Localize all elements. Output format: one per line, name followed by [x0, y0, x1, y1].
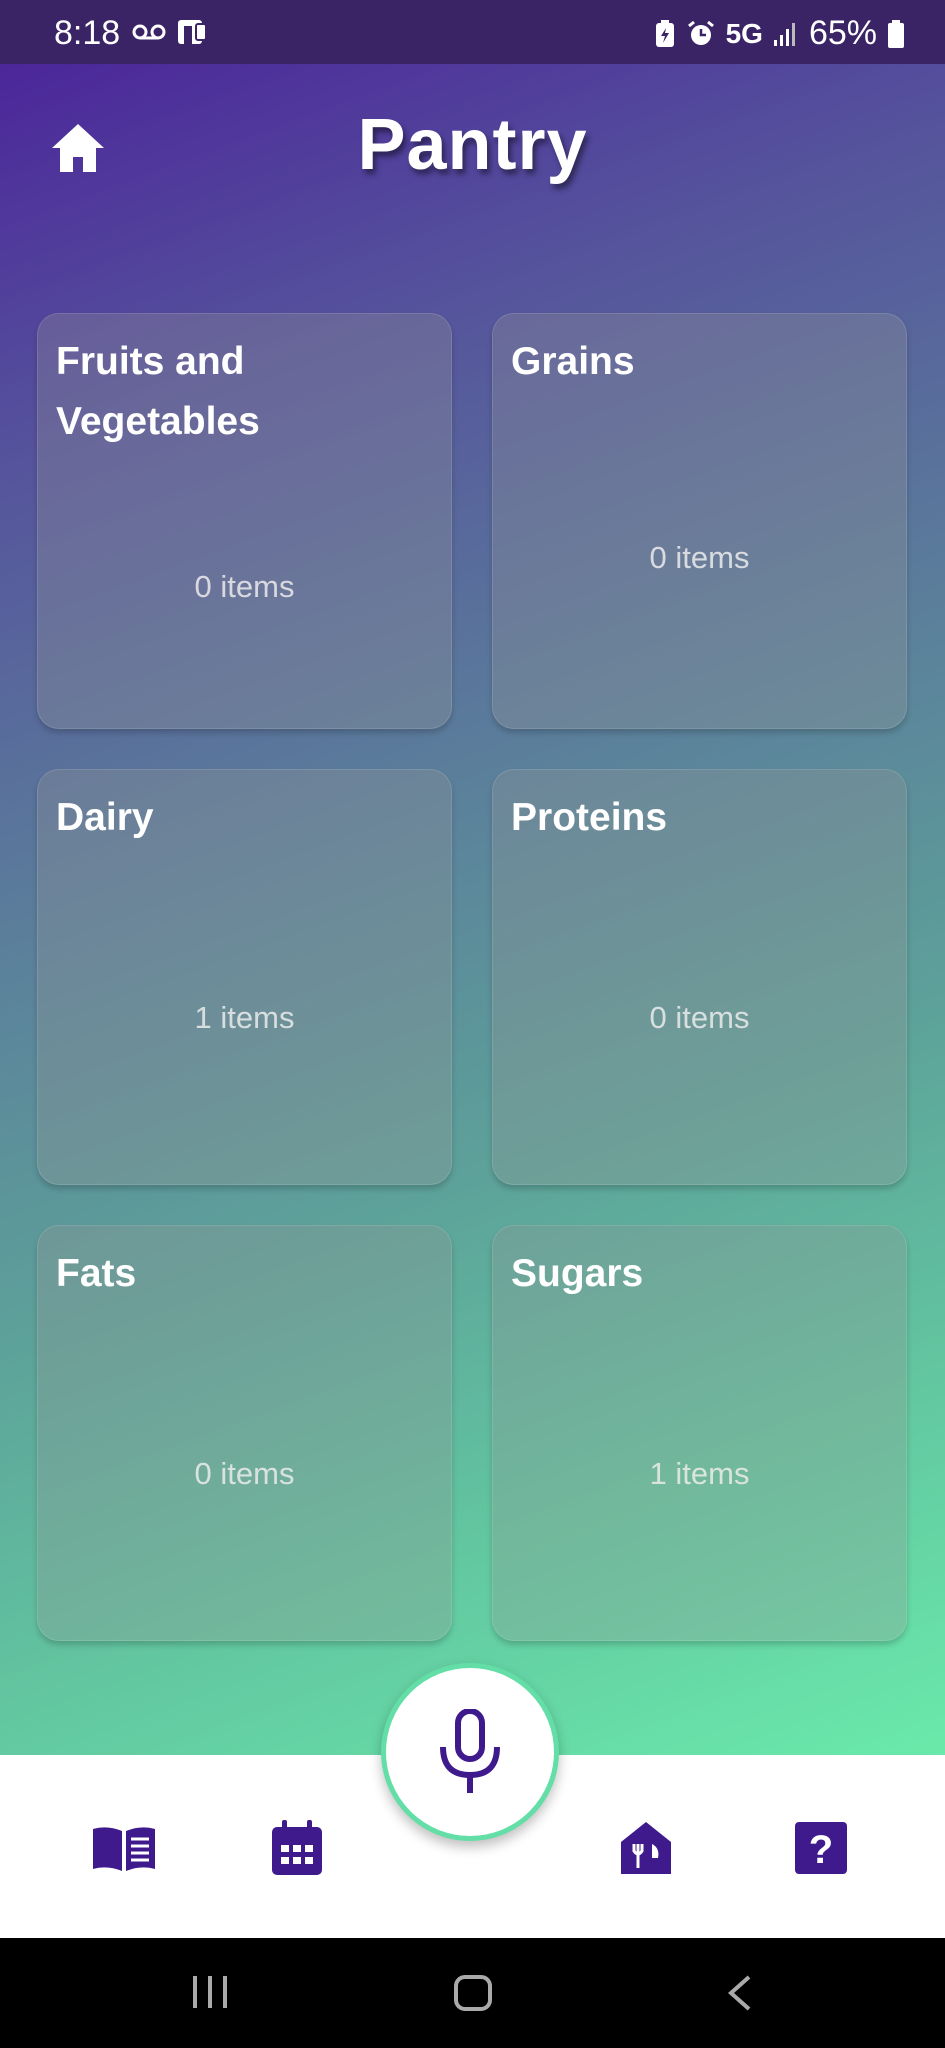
signal-icon — [773, 22, 795, 46]
category-card-fats[interactable]: Fats 0 items — [37, 1225, 452, 1641]
recents-icon[interactable] — [190, 1974, 230, 2010]
battery-percent: 65% — [808, 14, 877, 52]
nav-help-button[interactable]: ? — [786, 1818, 856, 1878]
pantry-icon — [621, 1822, 671, 1874]
nav-pantry-button[interactable] — [611, 1818, 681, 1878]
svg-text:?: ? — [809, 1828, 833, 1872]
help-icon: ? — [795, 1822, 847, 1874]
category-title: Fruits and Vegetables — [56, 340, 260, 443]
system-navigation-bar — [0, 1938, 945, 2048]
category-title: Grains — [511, 340, 635, 383]
pantry-screen: 8:18 5G 65% Pantry Fruits and Vegetables… — [0, 0, 945, 1755]
home-nav-icon[interactable] — [453, 1974, 493, 2012]
app-notification-icon — [178, 20, 207, 44]
category-count: 1 items — [194, 1000, 295, 1035]
category-title: Sugars — [511, 1252, 644, 1295]
category-count: 0 items — [649, 1000, 750, 1035]
alarm-icon — [687, 20, 714, 45]
page-title: Pantry — [357, 105, 588, 185]
status-bar: 8:18 5G 65% — [0, 0, 945, 64]
battery-icon — [888, 19, 904, 48]
voicemail-icon — [132, 24, 166, 40]
network-type: 5G — [725, 17, 763, 49]
calendar-icon — [272, 1820, 322, 1875]
category-count: 0 items — [194, 569, 295, 604]
back-icon[interactable] — [725, 1974, 755, 2012]
voice-input-button[interactable] — [381, 1663, 559, 1841]
category-card-proteins[interactable]: Proteins 0 items — [492, 769, 907, 1185]
category-card-fruits-vegetables[interactable]: Fruits and Vegetables 0 items — [37, 313, 452, 729]
category-count: 0 items — [649, 540, 750, 575]
category-card-grains[interactable]: Grains 0 items — [492, 313, 907, 729]
nav-recipes-button[interactable] — [89, 1818, 159, 1878]
nav-calendar-button[interactable] — [262, 1818, 332, 1878]
category-count: 0 items — [194, 1456, 295, 1491]
battery-saver-icon — [655, 19, 674, 47]
category-card-dairy[interactable]: Dairy 1 items — [37, 769, 452, 1185]
category-title: Proteins — [511, 796, 668, 839]
category-title: Dairy — [56, 796, 154, 839]
status-time: 8:18 — [54, 14, 121, 52]
category-card-sugars[interactable]: Sugars 1 items — [492, 1225, 907, 1641]
book-icon — [93, 1827, 155, 1871]
category-title: Fats — [56, 1252, 137, 1295]
category-grid: Fruits and Vegetables 0 items Grains 0 i… — [37, 313, 909, 1641]
header: Pantry — [0, 64, 945, 234]
category-count: 1 items — [649, 1456, 750, 1491]
microphone-icon — [440, 1709, 500, 1793]
